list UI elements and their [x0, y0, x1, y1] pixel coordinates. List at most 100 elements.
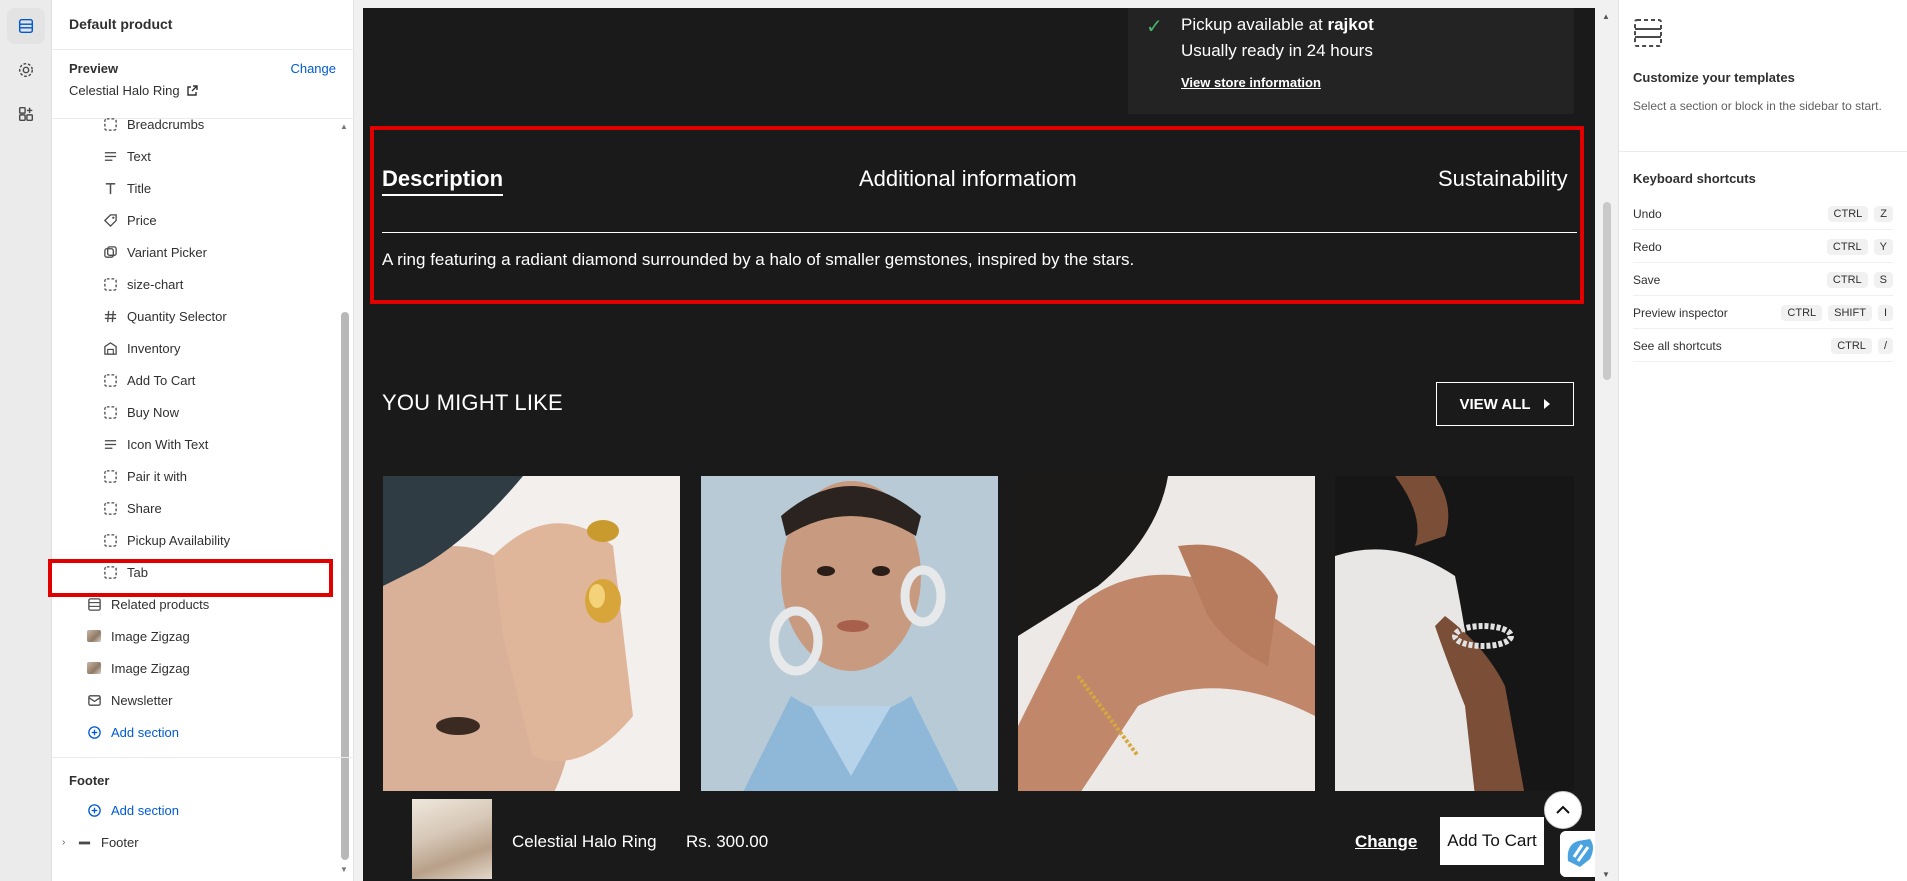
dashed-block-icon [102, 468, 118, 484]
block-pickup-availability[interactable]: Pickup Availability [102, 524, 230, 556]
shortcut-row-preview-inspector: Preview inspector CTRL SHIFT I [1633, 297, 1893, 329]
tab-additional-information[interactable]: Additional informatiom [859, 166, 1077, 192]
view-all-button[interactable]: VIEW ALL [1436, 382, 1574, 426]
section-label: Image Zigzag [111, 628, 190, 644]
shortcut-label: Preview inspector [1633, 305, 1728, 320]
sidebar-scrollbar[interactable]: ▲ ▼ [338, 118, 350, 878]
settings-nav-button[interactable] [7, 52, 45, 88]
scroll-up-arrow[interactable]: ▲ [340, 122, 348, 131]
block-label: Inventory [127, 340, 181, 356]
apps-icon [18, 106, 34, 122]
shortcut-key: SHIFT [1828, 304, 1872, 321]
product-image [1335, 476, 1574, 796]
shortcut-key: CTRL [1827, 205, 1869, 222]
block-variant-picker[interactable]: Variant Picker [102, 236, 207, 268]
section-image-zigzag[interactable]: Image Zigzag [86, 620, 190, 652]
add-section-button[interactable]: Add section [86, 716, 179, 748]
section-icon [86, 596, 102, 612]
product-image [1018, 476, 1315, 796]
block-share[interactable]: Share [102, 492, 162, 524]
tab-description[interactable]: Description [382, 166, 504, 196]
view-all-label: VIEW ALL [1459, 395, 1531, 413]
add-section-label: Add section [111, 724, 179, 740]
chevron-right-icon[interactable]: › [62, 837, 76, 848]
product-card-silver-bracelet[interactable] [1335, 476, 1574, 796]
sections-nav-button[interactable] [7, 8, 45, 44]
store-preview: ✓ Pickup available at rajkot Usually rea… [363, 8, 1595, 881]
dashed-block-icon [102, 532, 118, 548]
dashed-block-icon [102, 404, 118, 420]
scroll-to-top-button[interactable] [1544, 791, 1582, 829]
shortcut-row-save: Save CTRL S [1633, 264, 1893, 296]
shortcut-label: Save [1633, 272, 1661, 287]
chat-widget-icon [1560, 831, 1595, 877]
block-title[interactable]: Title [102, 172, 151, 204]
chat-widget-button[interactable] [1560, 831, 1595, 877]
block-size-chart[interactable]: size-chart [102, 268, 183, 300]
scroll-up-arrow[interactable]: ▲ [1602, 12, 1610, 21]
block-label: Quantity Selector [127, 308, 227, 324]
block-breadcrumbs[interactable]: Breadcrumbs [102, 108, 204, 140]
footer-add-section-button[interactable]: Add section [86, 794, 179, 826]
sidebar-scroll-thumb[interactable] [341, 312, 349, 860]
add-section-label: Add section [111, 802, 179, 818]
view-store-info-link[interactable]: View store information [1181, 75, 1321, 90]
preview-change-link[interactable]: Change [290, 61, 336, 76]
scroll-down-arrow[interactable]: ▼ [340, 865, 348, 874]
section-image-zigzag[interactable]: Image Zigzag [86, 652, 190, 684]
footer-section-item[interactable]: › Footer [62, 826, 139, 858]
scroll-down-arrow[interactable]: ▼ [1602, 870, 1610, 879]
block-price[interactable]: Price [102, 204, 157, 236]
pickup-availability-card: ✓ Pickup available at rajkot Usually rea… [1128, 8, 1574, 114]
apps-nav-button[interactable] [7, 96, 45, 132]
product-card-gold-bracelet[interactable] [1018, 476, 1315, 796]
block-tab[interactable]: Tab [102, 556, 148, 588]
block-text[interactable]: Text [102, 140, 151, 172]
preview-scroll-thumb[interactable] [1603, 202, 1611, 380]
block-inventory[interactable]: Inventory [102, 332, 180, 364]
shortcut-key: / [1877, 337, 1893, 354]
image-thumb-icon [86, 660, 102, 676]
footer-icon [76, 834, 92, 850]
newsletter-icon [86, 692, 102, 708]
block-quantity-selector[interactable]: Quantity Selector [102, 300, 227, 332]
plus-circle-icon [86, 802, 102, 818]
sticky-change-link[interactable]: Change [1355, 832, 1417, 852]
inspector-title: Customize your templates [1633, 70, 1795, 85]
section-newsletter[interactable]: Newsletter [86, 684, 172, 716]
product-card-silver-earrings[interactable] [701, 476, 998, 796]
block-label: Tab [127, 564, 148, 580]
caret-right-icon [1543, 399, 1550, 409]
tab-content: A ring featuring a radiant diamond surro… [382, 250, 1135, 269]
tab-sustainability[interactable]: Sustainability [1438, 166, 1568, 192]
text-lines-icon [102, 436, 118, 452]
sticky-add-to-cart-button[interactable]: Add To Cart [1440, 817, 1544, 865]
block-icon-with-text[interactable]: Icon With Text [102, 428, 208, 460]
sections-icon [18, 18, 34, 34]
block-label: Breadcrumbs [127, 116, 205, 132]
shortcut-key: I [1877, 304, 1893, 321]
preview-product-link[interactable]: Celestial Halo Ring [69, 83, 198, 98]
section-related-products[interactable]: Related products [86, 588, 209, 620]
inventory-icon [102, 340, 118, 356]
title-t-icon [102, 180, 118, 196]
shortcut-key: CTRL [1826, 271, 1868, 288]
gear-icon [18, 62, 34, 78]
product-card-gold-ring[interactable] [383, 476, 680, 796]
checkmark-icon: ✓ [1146, 16, 1163, 38]
section-label: Related products [111, 596, 210, 612]
dashed-block-icon [102, 500, 118, 516]
sticky-product-price: Rs. 300.00 [686, 832, 769, 851]
chevron-up-icon [1556, 805, 1570, 814]
preview-scrollbar[interactable]: ▲ ▼ [1599, 8, 1615, 881]
sidebar-divider [52, 757, 354, 758]
block-label: Add To Cart [127, 372, 196, 388]
hash-icon [102, 308, 118, 324]
block-add-to-cart[interactable]: Add To Cart [102, 364, 195, 396]
shortcut-row-see-all[interactable]: See all shortcuts CTRL / [1633, 330, 1893, 362]
block-label: Variant Picker [127, 244, 207, 260]
block-buy-now[interactable]: Buy Now [102, 396, 179, 428]
text-lines-icon [102, 148, 118, 164]
dashed-block-icon [102, 276, 118, 292]
block-pair-it-with[interactable]: Pair it with [102, 460, 187, 492]
